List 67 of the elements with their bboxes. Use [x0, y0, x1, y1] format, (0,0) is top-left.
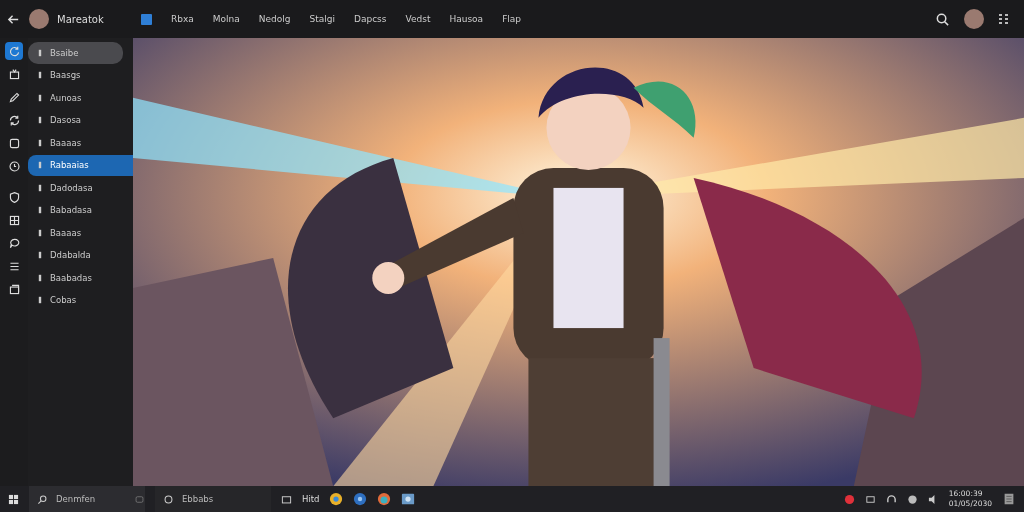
bar-icon	[36, 161, 44, 170]
notification-dot-icon[interactable]	[843, 493, 855, 505]
input-field[interactable]: Ebbabs	[180, 493, 254, 505]
sidebar-label: Ddabalda	[50, 250, 91, 261]
nav-link[interactable]: Hausoa	[449, 14, 484, 24]
app-label[interactable]: Hitd	[302, 494, 320, 504]
app-icon	[141, 13, 152, 25]
nav-link[interactable]: Molna	[212, 14, 240, 24]
sidebar-label: Bsaibe	[50, 47, 79, 58]
headphones-icon[interactable]	[885, 493, 897, 505]
sidebar-label: Dadodasa	[50, 182, 93, 193]
sidebar-item[interactable]: Rabaaias	[28, 154, 133, 176]
bar-icon	[36, 206, 44, 215]
search-icon[interactable]	[37, 493, 48, 505]
bar-icon	[36, 183, 44, 192]
browser-icon[interactable]	[329, 492, 344, 506]
sidebar-item[interactable]: Baasgs	[28, 64, 133, 86]
sidebar-label: Babadasa	[50, 205, 92, 216]
sidebar-label: Dasosa	[50, 115, 82, 126]
nav-link[interactable]: Dapcss	[354, 14, 387, 24]
grid-icon[interactable]	[998, 13, 1010, 25]
sidebar-item[interactable]: Cobas	[28, 289, 133, 311]
sidebar-label: Baaaas	[50, 137, 82, 148]
search-bar[interactable]: Denmfen	[29, 486, 145, 512]
avatar	[29, 9, 49, 29]
bar-icon	[36, 48, 44, 57]
bar-icon	[36, 273, 44, 282]
nav-link[interactable]: Vedst	[405, 14, 431, 24]
sidebar-item[interactable]: Baaaas	[28, 132, 133, 154]
windows-icon[interactable]	[8, 493, 19, 505]
profile-name: Mareatok	[57, 13, 104, 25]
sidebar-item[interactable]: Aunoas	[28, 87, 133, 109]
circle-icon[interactable]	[353, 492, 368, 506]
nav-link[interactable]: Rbxa	[171, 14, 194, 24]
image-icon[interactable]	[401, 492, 416, 506]
notes-icon[interactable]	[1002, 492, 1016, 506]
bar-icon	[36, 296, 44, 305]
sidebar-item[interactable]: Baaaas	[28, 222, 133, 244]
search-field[interactable]: Denmfen	[54, 493, 128, 505]
sidebar-item[interactable]: Ddabalda	[28, 244, 133, 266]
nav-link[interactable]: Flap	[502, 14, 522, 24]
bar-icon	[36, 116, 44, 125]
sidebar-label: Baaaas	[50, 227, 82, 238]
refresh-icon[interactable]	[5, 42, 23, 60]
sidebar-item[interactable]: Babadasa	[28, 199, 133, 221]
bar-icon	[36, 71, 44, 80]
bar-icon	[36, 93, 44, 102]
bar-icon	[36, 138, 44, 147]
avatar[interactable]	[964, 9, 984, 29]
bar-icon	[36, 228, 44, 237]
search-icon[interactable]	[935, 11, 950, 27]
sidebar-label: Rabaaias	[50, 160, 89, 171]
input-bar[interactable]: Ebbabs	[155, 486, 271, 512]
sidebar-label: Cobas	[50, 295, 77, 306]
nav-link[interactable]: Nedolg	[258, 14, 291, 24]
sidebar-label: Aunoas	[50, 92, 82, 103]
nav-link[interactable]: Stalgi	[309, 14, 335, 24]
browser-icon[interactable]	[377, 492, 392, 506]
sidebar-item[interactable]: Dasosa	[28, 109, 133, 131]
sidebar-label: Baabadas	[50, 272, 92, 283]
circle-icon[interactable]	[906, 493, 918, 505]
circle-icon[interactable]	[163, 493, 174, 505]
bar-icon	[36, 251, 44, 260]
sidebar-item[interactable]: Baabadas	[28, 267, 133, 289]
sidebar-item[interactable]: Bsaibe	[28, 42, 123, 64]
sidebar-item[interactable]: Dadodasa	[28, 177, 133, 199]
sidebar-label: Baasgs	[50, 70, 81, 81]
